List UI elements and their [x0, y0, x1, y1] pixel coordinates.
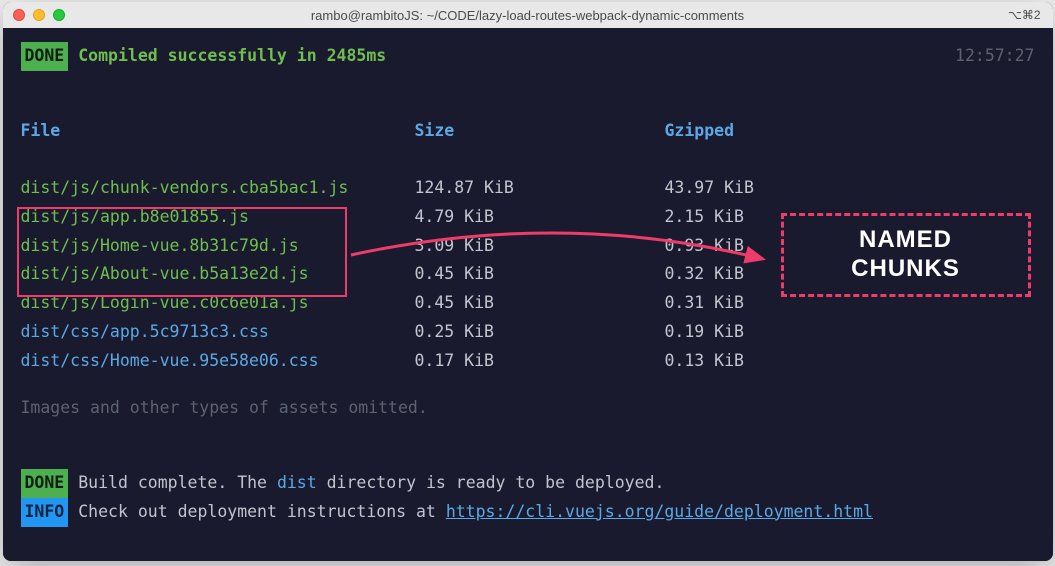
- table-row: dist/js/chunk-vendors.cba5bac1.js124.87 …: [21, 174, 1035, 203]
- header-size: Size: [415, 117, 665, 146]
- file-size: 3.09 KiB: [415, 232, 665, 261]
- titlebar-indicator: ⌥⌘2: [1008, 8, 1041, 22]
- deployment-link[interactable]: https://cli.vuejs.org/guide/deployment.h…: [446, 502, 873, 521]
- table-row: dist/css/Home-vue.95e58e06.css0.17 KiB0.…: [21, 347, 1035, 376]
- header-gzipped: Gzipped: [665, 117, 735, 146]
- file-gzipped: 0.31 KiB: [665, 289, 744, 318]
- file-path: dist/js/Home-vue.8b31c79d.js: [21, 232, 415, 261]
- build-complete-line: DONE Build complete. The dist directory …: [21, 469, 1035, 498]
- assets-omitted-note: Images and other types of assets omitted…: [21, 394, 1035, 423]
- traffic-lights: [13, 9, 65, 21]
- file-size: 0.45 KiB: [415, 289, 665, 318]
- table-row: dist/js/About-vue.b5a13e2d.js0.45 KiB0.3…: [21, 260, 1035, 289]
- file-path: dist/css/app.5c9713c3.css: [21, 318, 415, 347]
- file-gzipped: 0.32 KiB: [665, 260, 744, 289]
- file-gzipped: 0.93 KiB: [665, 232, 744, 261]
- file-size: 4.79 KiB: [415, 203, 665, 232]
- file-size: 0.17 KiB: [415, 347, 665, 376]
- file-path: dist/js/app.b8e01855.js: [21, 203, 415, 232]
- close-icon[interactable]: [13, 9, 25, 21]
- table-row: dist/js/Home-vue.8b31c79d.js3.09 KiB0.93…: [21, 232, 1035, 261]
- status-line: DONE Compiled successfully in 2485ms 12:…: [21, 42, 1035, 71]
- header-file: File: [21, 117, 415, 146]
- window-title: rambo@rambitoJS: ~/CODE/lazy-load-routes…: [311, 8, 744, 23]
- file-path: dist/js/Login-vue.c0c6e01a.js: [21, 289, 415, 318]
- terminal-window: rambo@rambitoJS: ~/CODE/lazy-load-routes…: [3, 2, 1053, 561]
- titlebar: rambo@rambitoJS: ~/CODE/lazy-load-routes…: [3, 2, 1053, 28]
- done-badge: DONE: [21, 469, 69, 498]
- file-gzipped: 2.15 KiB: [665, 203, 744, 232]
- table-row: dist/js/app.b8e01855.js4.79 KiB2.15 KiB: [21, 203, 1035, 232]
- table-row: dist/js/Login-vue.c0c6e01a.js0.45 KiB0.3…: [21, 289, 1035, 318]
- file-size: 0.45 KiB: [415, 260, 665, 289]
- compile-message: Compiled successfully in 2485ms: [78, 42, 386, 71]
- dist-folder: dist: [277, 473, 317, 492]
- build-complete-text: Build complete. The dist directory is re…: [78, 469, 664, 498]
- file-gzipped: 0.19 KiB: [665, 318, 744, 347]
- file-path: dist/js/About-vue.b5a13e2d.js: [21, 260, 415, 289]
- done-badge: DONE: [21, 42, 69, 71]
- file-gzipped: 43.97 KiB: [665, 174, 754, 203]
- file-size: 124.87 KiB: [415, 174, 665, 203]
- file-size: 0.25 KiB: [415, 318, 665, 347]
- file-gzipped: 0.13 KiB: [665, 347, 744, 376]
- table-header: File Size Gzipped: [21, 117, 1035, 146]
- table-row: dist/css/app.5c9713c3.css0.25 KiB0.19 Ki…: [21, 318, 1035, 347]
- info-badge: INFO: [21, 498, 69, 527]
- maximize-icon[interactable]: [53, 9, 65, 21]
- deployment-text: Check out deployment instructions at htt…: [78, 498, 873, 527]
- terminal-body[interactable]: DONE Compiled successfully in 2485ms 12:…: [3, 28, 1053, 561]
- timestamp: 12:57:27: [955, 42, 1034, 71]
- file-path: dist/js/chunk-vendors.cba5bac1.js: [21, 174, 415, 203]
- file-path: dist/css/Home-vue.95e58e06.css: [21, 347, 415, 376]
- deployment-info-line: INFO Check out deployment instructions a…: [21, 498, 1035, 527]
- minimize-icon[interactable]: [33, 9, 45, 21]
